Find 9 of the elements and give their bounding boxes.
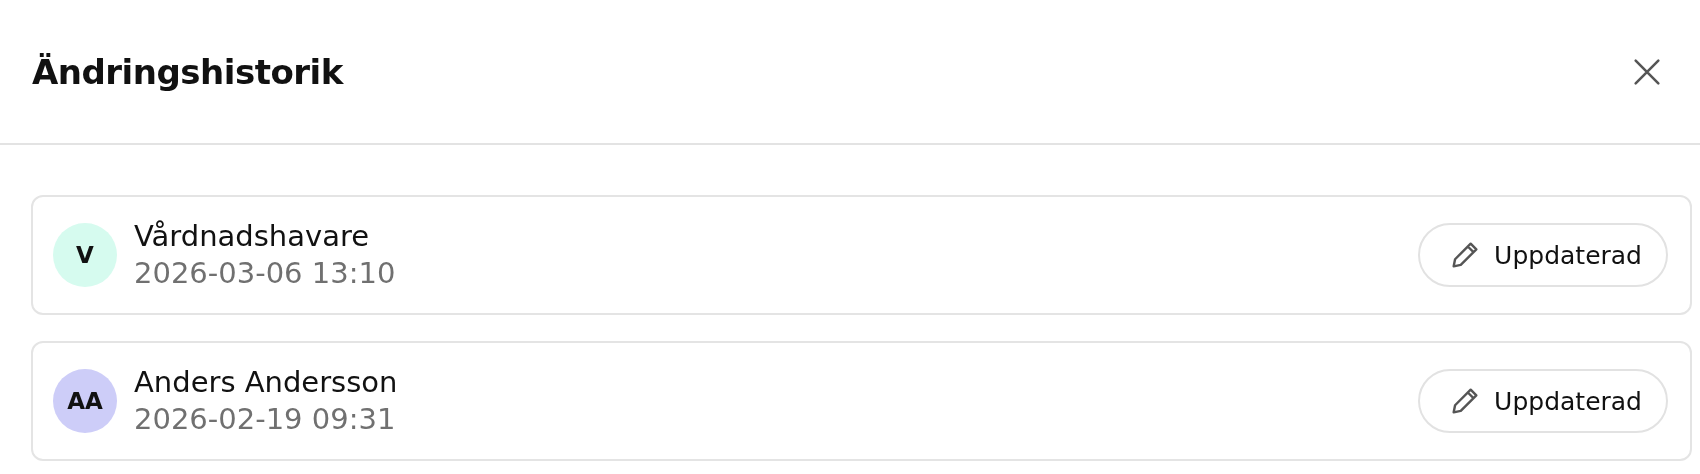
updated-button[interactable]: Uppdaterad: [1418, 369, 1668, 433]
timestamp: 2026-02-19 09:31: [134, 401, 397, 438]
author-name: Anders Andersson: [134, 364, 399, 401]
avatar: V: [53, 223, 117, 287]
timestamp: 2026-03-06 13:10: [134, 255, 397, 292]
updated-button[interactable]: Uppdaterad: [1418, 223, 1668, 287]
avatar: AA: [53, 369, 117, 433]
dialog-title: Ändringshistorik: [32, 51, 343, 92]
author-name: Vårdnadshavare: [134, 218, 371, 255]
